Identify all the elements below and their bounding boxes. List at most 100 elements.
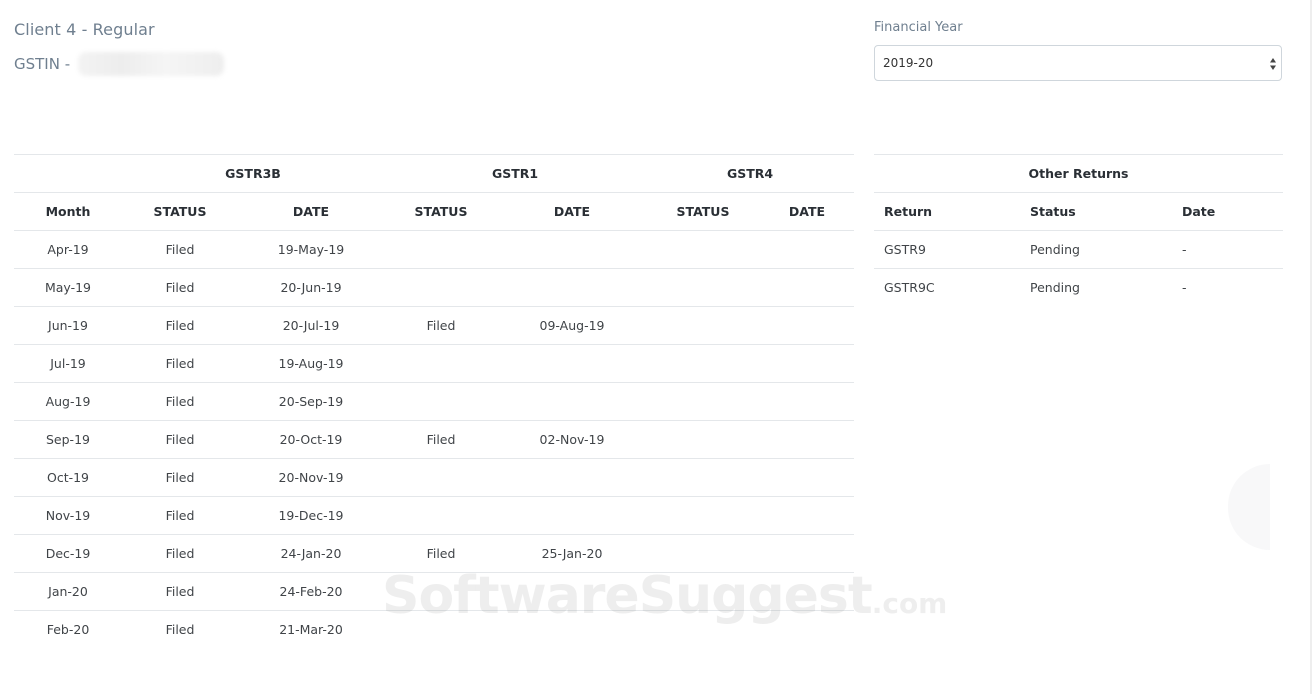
other-returns-header-row: Return Status Date [874, 192, 1283, 231]
cell-return: GSTR9 [874, 230, 1020, 269]
column-header-row: Month STATUS DATE STATUS DATE STATUS DAT… [14, 192, 854, 231]
cell-gstr3b-status: Filed [122, 306, 238, 345]
decorative-shape [1228, 464, 1270, 550]
cell-gstr3b-status: Filed [122, 496, 238, 535]
table-row: Aug-19 Filed 20-Sep-19 [14, 382, 854, 421]
cell-gstr4-status [646, 496, 760, 535]
cell-gstr3b-status: Filed [122, 572, 238, 611]
cell-gstr3b-status: Filed [122, 610, 238, 648]
table-row: Jun-19 Filed 20-Jul-19 Filed 09-Aug-19 [14, 306, 854, 345]
column-header-month: Month [14, 192, 122, 231]
column-header-gstr4-date: DATE [760, 192, 854, 231]
financial-year-label: Financial Year [874, 20, 963, 35]
cell-gstr3b-date: 19-Dec-19 [238, 496, 384, 535]
cell-gstr1-date [498, 458, 646, 497]
cell-gstr1-date: 02-Nov-19 [498, 420, 646, 459]
column-header-gstr1-date: DATE [498, 192, 646, 231]
cell-month: Apr-19 [14, 230, 122, 269]
cell-gstr3b-status: Filed [122, 382, 238, 421]
financial-year-select[interactable]: 2019-20 [874, 45, 1282, 81]
cell-gstr1-date: 25-Jan-20 [498, 534, 646, 573]
cell-gstr4-date [760, 420, 854, 459]
table-row: Sep-19 Filed 20-Oct-19 Filed 02-Nov-19 [14, 420, 854, 459]
cell-gstr4-date [760, 496, 854, 535]
cell-gstr1-date [498, 344, 646, 383]
cell-month: Nov-19 [14, 496, 122, 535]
cell-gstr4-date [760, 382, 854, 421]
cell-gstr3b-date: 20-Jun-19 [238, 268, 384, 307]
cell-gstr4-status [646, 268, 760, 307]
cell-gstr1-status [384, 344, 498, 383]
cell-gstr1-status [384, 610, 498, 648]
client-title: Client 4 - Regular [14, 20, 155, 39]
cell-month: Sep-19 [14, 420, 122, 459]
cell-gstr4-status [646, 572, 760, 611]
cell-gstr4-status [646, 382, 760, 421]
cell-gstr4-status [646, 534, 760, 573]
cell-gstr3b-date: 19-May-19 [238, 230, 384, 269]
cell-gstr4-date [760, 572, 854, 611]
cell-gstr3b-date: 21-Mar-20 [238, 610, 384, 648]
cell-gstr3b-date: 19-Aug-19 [238, 344, 384, 383]
cell-gstr3b-status: Filed [122, 268, 238, 307]
cell-month: Aug-19 [14, 382, 122, 421]
cell-gstr4-status [646, 344, 760, 383]
cell-gstr4-status [646, 458, 760, 497]
cell-gstr4-date [760, 230, 854, 269]
cell-gstr1-status [384, 382, 498, 421]
other-returns-title-row: Other Returns [874, 154, 1283, 193]
cell-gstr3b-status: Filed [122, 534, 238, 573]
table-row: Oct-19 Filed 20-Nov-19 [14, 458, 854, 497]
cell-date: - [1172, 230, 1283, 269]
cell-gstr1-status: Filed [384, 306, 498, 345]
table-row: May-19 Filed 20-Jun-19 [14, 268, 854, 307]
cell-gstr1-status: Filed [384, 534, 498, 573]
gstin-row: GSTIN - [14, 52, 225, 76]
gstin-label: GSTIN - [14, 55, 71, 73]
cell-return: GSTR9C [874, 268, 1020, 306]
table-row: Jul-19 Filed 19-Aug-19 [14, 344, 854, 383]
cell-gstr3b-date: 24-Feb-20 [238, 572, 384, 611]
cell-month: Dec-19 [14, 534, 122, 573]
cell-gstr1-status: Filed [384, 420, 498, 459]
other-returns-title: Other Returns [874, 154, 1283, 193]
column-header-gstr1-status: STATUS [384, 192, 498, 231]
financial-year-value: 2019-20 [883, 56, 934, 70]
cell-gstr1-status [384, 230, 498, 269]
cell-gstr3b-status: Filed [122, 230, 238, 269]
column-header-gstr4-status: STATUS [646, 192, 760, 231]
cell-gstr3b-date: 20-Nov-19 [238, 458, 384, 497]
table-row: GSTR9 Pending - [874, 230, 1283, 269]
cell-gstr3b-status: Filed [122, 420, 238, 459]
cell-gstr4-date [760, 458, 854, 497]
cell-gstr4-status [646, 230, 760, 269]
cell-gstr4-status [646, 306, 760, 345]
gst-returns-table: GSTR3B GSTR1 GSTR4 Month STATUS DATE STA… [14, 154, 854, 648]
column-header-date: Date [1172, 192, 1283, 231]
cell-gstr1-date [498, 610, 646, 648]
table-row: Feb-20 Filed 21-Mar-20 [14, 610, 854, 648]
cell-date: - [1172, 268, 1283, 306]
cell-gstr1-date [498, 496, 646, 535]
cell-month: Jun-19 [14, 306, 122, 345]
cell-gstr1-date [498, 230, 646, 269]
watermark-suffix: .com [871, 587, 948, 620]
group-header-row: GSTR3B GSTR1 GSTR4 [14, 154, 854, 193]
cell-gstr1-status [384, 572, 498, 611]
sort-arrows-icon [1270, 58, 1276, 70]
cell-gstr3b-status: Filed [122, 458, 238, 497]
cell-status: Pending [1020, 230, 1172, 269]
cell-month: May-19 [14, 268, 122, 307]
cell-gstr1-date [498, 572, 646, 611]
table-row: GSTR9C Pending - [874, 268, 1283, 306]
cell-gstr4-date [760, 306, 854, 345]
column-header-gstr3b-date: DATE [238, 192, 384, 231]
table-row: Dec-19 Filed 24-Jan-20 Filed 25-Jan-20 [14, 534, 854, 573]
cell-gstr4-date [760, 268, 854, 307]
cell-month: Feb-20 [14, 610, 122, 648]
cell-gstr1-status [384, 496, 498, 535]
cell-gstr1-status [384, 458, 498, 497]
cell-gstr1-date: 09-Aug-19 [498, 306, 646, 345]
cell-month: Jul-19 [14, 344, 122, 383]
cell-gstr4-status [646, 420, 760, 459]
